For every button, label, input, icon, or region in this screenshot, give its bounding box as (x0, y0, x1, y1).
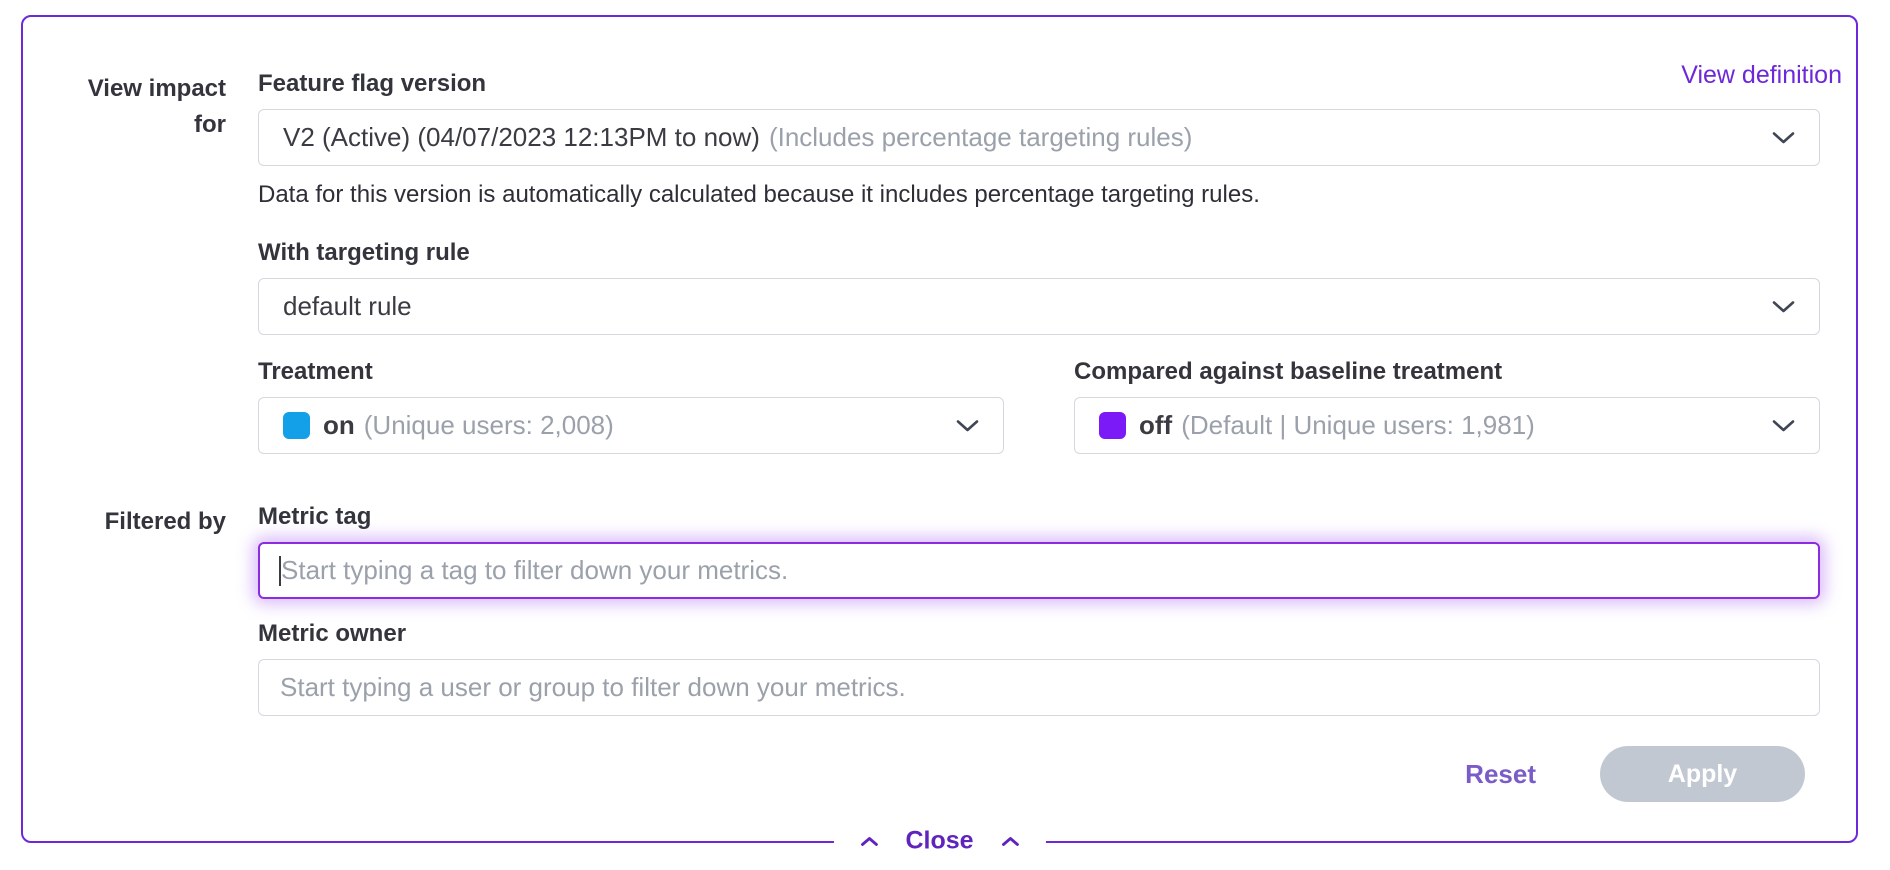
with-targeting-rule-label: With targeting rule (258, 238, 1820, 268)
baseline-treatment-detail: (Default | Unique users: 1,981) (1181, 410, 1535, 441)
reset-button[interactable]: Reset (1465, 759, 1536, 790)
baseline-treatment-value: off (1139, 410, 1172, 441)
apply-button[interactable]: Apply (1600, 746, 1805, 802)
baseline-treatment-field: Compared against baseline treatment off … (1074, 357, 1820, 454)
targeting-rule-select[interactable]: default rule (258, 278, 1820, 335)
view-impact-for-section: Feature flag version V2 (Active) (04/07/… (258, 69, 1820, 454)
metric-tag-label: Metric tag (258, 502, 1820, 532)
view-definition-link[interactable]: View definition (1681, 61, 1842, 90)
baseline-treatment-label: Compared against baseline treatment (1074, 357, 1820, 387)
treatment-select[interactable]: on (Unique users: 2,008) (258, 397, 1004, 454)
treatment-label: Treatment (258, 357, 1004, 387)
feature-flag-version-note: (Includes percentage targeting rules) (769, 122, 1192, 153)
feature-flag-version-select[interactable]: V2 (Active) (04/07/2023 12:13PM to now) … (258, 109, 1820, 166)
impact-filter-panel: View definition View impact for Feature … (21, 15, 1858, 843)
filtered-by-section: Metric tag Metric owner Reset Apply (258, 454, 1820, 802)
metric-tag-field (258, 542, 1820, 599)
feature-flag-version-label: Feature flag version (258, 69, 1820, 99)
targeting-rule-value: default rule (283, 291, 412, 322)
chevron-down-icon (1756, 131, 1795, 145)
feature-flag-version-value: V2 (Active) (04/07/2023 12:13PM to now) (283, 122, 760, 153)
metric-owner-field (258, 659, 1820, 716)
chevron-down-icon (1756, 300, 1795, 314)
metric-tag-input[interactable] (258, 542, 1820, 599)
section-label-filtered-by: Filtered by (80, 454, 226, 802)
treatment-color-swatch (283, 412, 310, 439)
close-label: Close (905, 827, 973, 856)
chevron-down-icon (940, 419, 979, 433)
treatment-field: Treatment on (Unique users: 2,008) (258, 357, 1004, 454)
form-actions: Reset Apply (258, 746, 1820, 802)
treatment-value: on (323, 410, 355, 441)
close-toggle[interactable]: Close (833, 823, 1045, 860)
metric-owner-input[interactable] (258, 659, 1820, 716)
version-helper-text: Data for this version is automatically c… (258, 180, 1820, 210)
section-label-view-impact-for: View impact for (80, 69, 226, 454)
text-caret (279, 556, 281, 586)
baseline-color-swatch (1099, 412, 1126, 439)
metric-owner-label: Metric owner (258, 619, 1820, 649)
baseline-treatment-select[interactable]: off (Default | Unique users: 1,981) (1074, 397, 1820, 454)
chevron-up-icon (859, 835, 878, 847)
chevron-up-icon (1001, 835, 1020, 847)
filter-form: View impact for Feature flag version V2 … (23, 17, 1856, 802)
chevron-down-icon (1756, 419, 1795, 433)
treatment-detail: (Unique users: 2,008) (364, 410, 614, 441)
